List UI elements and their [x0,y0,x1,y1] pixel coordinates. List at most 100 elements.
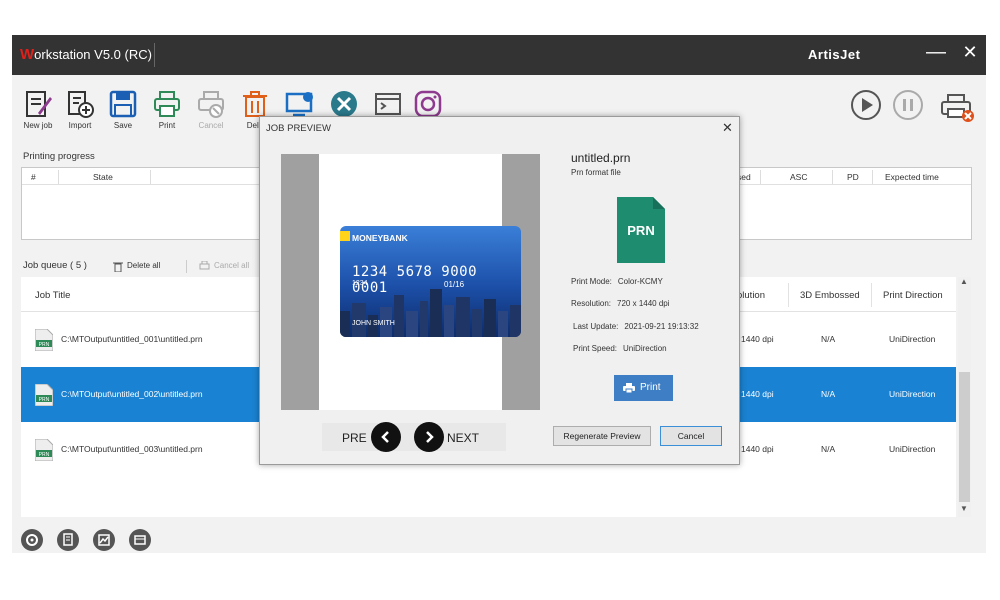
console-button[interactable] [366,89,410,119]
print-mode-label: Print Mode: [571,277,612,286]
minimize-button[interactable]: — [926,41,946,64]
new-job-icon [26,91,52,117]
job-direction: UniDirection [889,444,936,454]
close-window-button[interactable]: ✕ [960,42,980,63]
column-divider [788,283,789,307]
column-divider [872,170,873,184]
column-divider [832,170,833,184]
file-name: untitled.prn [571,151,631,165]
scroll-thumb[interactable] [959,372,970,502]
print-mode-value: Color-KCMY [617,277,663,286]
console-icon [375,93,401,115]
settings-gear-icon[interactable] [21,529,43,551]
print-toolbar-button[interactable]: Print [145,89,189,130]
progress-col-state: State [93,172,113,182]
import-icon [68,91,94,118]
import-button[interactable]: Import [58,89,102,130]
dialog-title: JOB PREVIEW [266,123,331,134]
last-update-label: Last Update: [573,322,619,331]
cancel-toolbar-button[interactable]: Cancel [189,89,233,130]
col-print-direction: Print Direction [883,290,943,301]
printer-offline-icon[interactable] [938,87,976,123]
progress-col-expected-time: Expected time [885,172,939,182]
app-title-text: orkstation V5.0 (RC) [34,47,152,62]
save-icon [109,90,137,118]
job-direction: UniDirection [889,334,936,344]
scroll-up-icon[interactable]: ▲ [960,277,968,286]
card-expiry: 01/16 [444,280,465,289]
document-icon[interactable] [57,529,79,551]
column-divider [150,170,151,184]
next-button[interactable] [414,422,444,452]
card-holder: JOHN SMITH [352,320,395,327]
monitor-settings-button[interactable] [278,89,322,119]
prn-file-icon: PRN [35,384,53,406]
scroll-down-icon[interactable]: ▼ [960,504,968,513]
job-path: C:\MTOutput\untitled_002\untitled.prn [61,389,203,399]
folder-icon[interactable] [129,529,151,551]
card-bank-name: MONEYBANK [352,233,408,243]
job-direction: UniDirection [889,389,936,399]
prn-file-large-icon: PRN [617,197,665,263]
bank-logo-icon [340,231,350,241]
preview-navigation: PRE NEXT [322,422,506,452]
tools-icon [331,91,357,117]
print-icon [154,91,180,117]
preview-margin-left [281,154,319,410]
cancel-all-button[interactable]: Cancel all [214,261,249,270]
queue-separator [186,260,187,273]
card-small-number: 1234 [352,280,368,287]
next-label: NEXT [447,431,480,445]
dialog-close-button[interactable]: ✕ [722,120,733,136]
job-embossed: N/A [821,334,836,344]
last-update-value: 2021-09-21 19:13:32 [624,322,699,331]
resolution-value: 720 x 1440 dpi [617,299,670,308]
resolution-row: Resolution: 720 x 1440 dpi [571,299,670,308]
job-resolution: 1440 dpi [741,334,774,344]
title-separator [154,43,155,67]
column-divider [871,283,872,307]
app-title-initial: W [20,46,35,63]
tools-button[interactable] [322,89,366,119]
job-path: C:\MTOutput\untitled_003\untitled.prn [61,444,203,454]
queue-scrollbar[interactable]: ▲ ▼ [958,277,971,517]
cancel-print-icon [199,261,210,270]
print-button-label: Print [640,382,661,393]
col-job-title: Job Title [35,290,71,301]
print-speed-value: UniDirection [623,344,667,353]
print-speed-label: Print Speed: [573,344,618,353]
save-label: Save [113,121,133,130]
regenerate-preview-button[interactable]: Regenerate Preview [553,426,651,446]
play-button[interactable] [850,89,882,121]
print-label: Print [158,121,176,130]
delete-all-button[interactable]: Delete all [127,261,160,270]
col-3d-embossed: 3D Embossed [800,290,860,301]
prn-badge-text: PRN [39,397,50,403]
new-job-button[interactable]: New job [16,89,60,130]
chevron-right-icon [426,431,434,443]
pause-button[interactable] [892,89,924,121]
save-button[interactable]: Save [101,89,145,130]
prev-button[interactable] [371,422,401,452]
prev-label: PRE [342,431,367,445]
prn-file-icon: PRN [35,329,53,351]
prn-large-badge-text: PRN [627,223,654,238]
statistics-icon[interactable] [93,529,115,551]
preview-canvas: MONEYBANK 1234 5678 9000 0001 1234 01/16… [281,154,540,410]
job-embossed: N/A [821,389,836,399]
progress-col-asc: ASC [790,172,808,182]
last-update-row: Last Update: 2021-09-21 19:13:32 [573,322,699,331]
dialog-print-button[interactable]: Print [614,375,673,401]
dialog-cancel-button[interactable]: Cancel [660,426,722,446]
instagram-icon [414,90,442,118]
camera-button[interactable] [406,89,450,119]
app-title: Workstation V5.0 (RC) [20,46,152,63]
prn-file-icon: PRN [35,439,53,461]
job-resolution: 1440 dpi [741,389,774,399]
file-type: Prn format file [571,168,621,177]
prn-badge-text: PRN [39,342,50,348]
printing-progress-label: Printing progress [23,151,95,162]
trash-icon [113,262,123,272]
cancel-icon [198,91,224,118]
card-preview-image: MONEYBANK 1234 5678 9000 0001 1234 01/16… [340,226,521,337]
